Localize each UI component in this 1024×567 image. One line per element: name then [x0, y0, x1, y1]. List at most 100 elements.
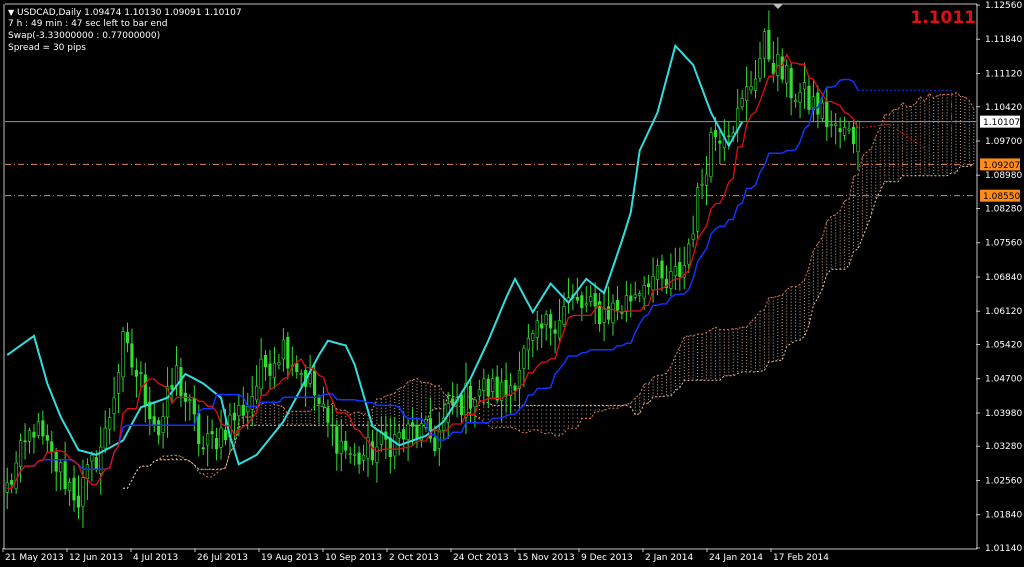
- candle-body: [286, 336, 290, 369]
- candle: [219, 409, 223, 460]
- candle: [63, 441, 67, 495]
- candle: [121, 326, 125, 393]
- candle-body: [468, 385, 473, 409]
- candle: [99, 426, 103, 495]
- candle-body: [210, 431, 214, 435]
- candle-body: [277, 362, 281, 366]
- candle-body: [789, 68, 793, 99]
- candle: [165, 367, 170, 438]
- candle-body: [557, 320, 562, 339]
- candle: [406, 419, 410, 461]
- candle: [544, 310, 548, 341]
- candle-body: [780, 56, 784, 80]
- candle: [67, 477, 72, 507]
- candle-body: [415, 424, 419, 439]
- candle-body: [281, 339, 285, 360]
- price-tick-label: 1.12560: [985, 1, 1022, 11]
- price-tag-label: 1.10107: [983, 118, 1020, 128]
- price-tick-label: 1.04700: [985, 375, 1022, 385]
- candle: [851, 119, 856, 154]
- current-price-label: 1.1011: [910, 8, 976, 28]
- candle: [415, 417, 419, 449]
- candle: [183, 381, 187, 422]
- candle-body: [433, 437, 437, 452]
- price-tick-label: 1.03980: [985, 409, 1022, 419]
- candle: [116, 363, 121, 414]
- candle: [330, 405, 334, 446]
- candle: [45, 424, 49, 453]
- candle-body: [50, 441, 54, 452]
- candle: [339, 420, 343, 472]
- candle-body: [580, 295, 584, 309]
- candle-body: [660, 260, 664, 279]
- candle: [807, 76, 811, 115]
- candle-body: [255, 385, 259, 401]
- candle-body: [14, 462, 18, 490]
- chart-frame: [3, 3, 978, 550]
- chart-shift-marker-icon[interactable]: [773, 4, 783, 9]
- collapse-triangle-icon[interactable]: ▼: [8, 8, 14, 17]
- candle: [606, 286, 611, 325]
- candle-body: [820, 102, 824, 119]
- candle: [59, 458, 63, 491]
- candle-body: [669, 271, 673, 289]
- candle: [647, 274, 651, 295]
- candle-body: [794, 99, 798, 102]
- candle: [660, 254, 664, 292]
- price-tick-label: 1.10420: [985, 103, 1022, 113]
- candle: [41, 410, 45, 445]
- candle-body: [259, 358, 263, 390]
- time-tick-label: 4 Jul 2013: [133, 553, 178, 563]
- candle-body: [696, 187, 700, 232]
- candle: [201, 435, 205, 455]
- candle-body: [553, 329, 557, 334]
- price-tick-label: 1.03280: [985, 442, 1022, 452]
- candle: [335, 419, 339, 471]
- candle-body: [727, 135, 731, 138]
- candle-body: [330, 424, 334, 427]
- candle: [718, 130, 722, 164]
- candle-body: [361, 454, 366, 461]
- candle: [32, 424, 36, 454]
- time-tick-label: 21 May 2013: [5, 553, 64, 563]
- candle-body: [495, 376, 499, 401]
- candle: [624, 280, 628, 323]
- candle-body: [606, 306, 611, 320]
- candle: [321, 386, 326, 412]
- candle: [103, 410, 107, 454]
- candle: [811, 80, 816, 122]
- candle: [709, 127, 713, 183]
- chart-canvas[interactable]: 1.12560 1.11840 1.11120 1.10420 1.09700 1.089…: [0, 0, 1024, 567]
- candle-body: [851, 126, 856, 145]
- candle-body: [802, 82, 807, 90]
- candle: [263, 350, 268, 381]
- candle: [540, 314, 544, 348]
- candle-body: [263, 355, 268, 368]
- candle-body: [103, 427, 107, 449]
- candle-body: [246, 406, 250, 413]
- candle: [789, 62, 793, 116]
- candle-body: [651, 275, 655, 291]
- candle: [825, 86, 829, 141]
- senkou-span-b-line: [123, 163, 975, 489]
- candle-body: [206, 433, 210, 446]
- candle: [353, 443, 357, 466]
- candle-body: [700, 183, 704, 186]
- candle: [14, 451, 18, 494]
- candle: [272, 346, 277, 389]
- candle: [290, 346, 294, 377]
- candle: [611, 294, 615, 336]
- price-tick-label: 1.02560: [985, 476, 1022, 486]
- candle-body: [54, 451, 58, 472]
- candle-body: [219, 427, 223, 448]
- candle-body: [575, 296, 579, 301]
- candle-body: [112, 397, 116, 414]
- level-price-tag: 1.08550: [980, 189, 1020, 202]
- candle-body: [27, 430, 32, 442]
- candle: [615, 286, 620, 321]
- candle-body: [602, 307, 606, 323]
- spread-info: Spread = 30 pips: [8, 43, 86, 53]
- candle: [802, 62, 807, 109]
- candle-body: [18, 440, 23, 467]
- candle: [500, 368, 504, 422]
